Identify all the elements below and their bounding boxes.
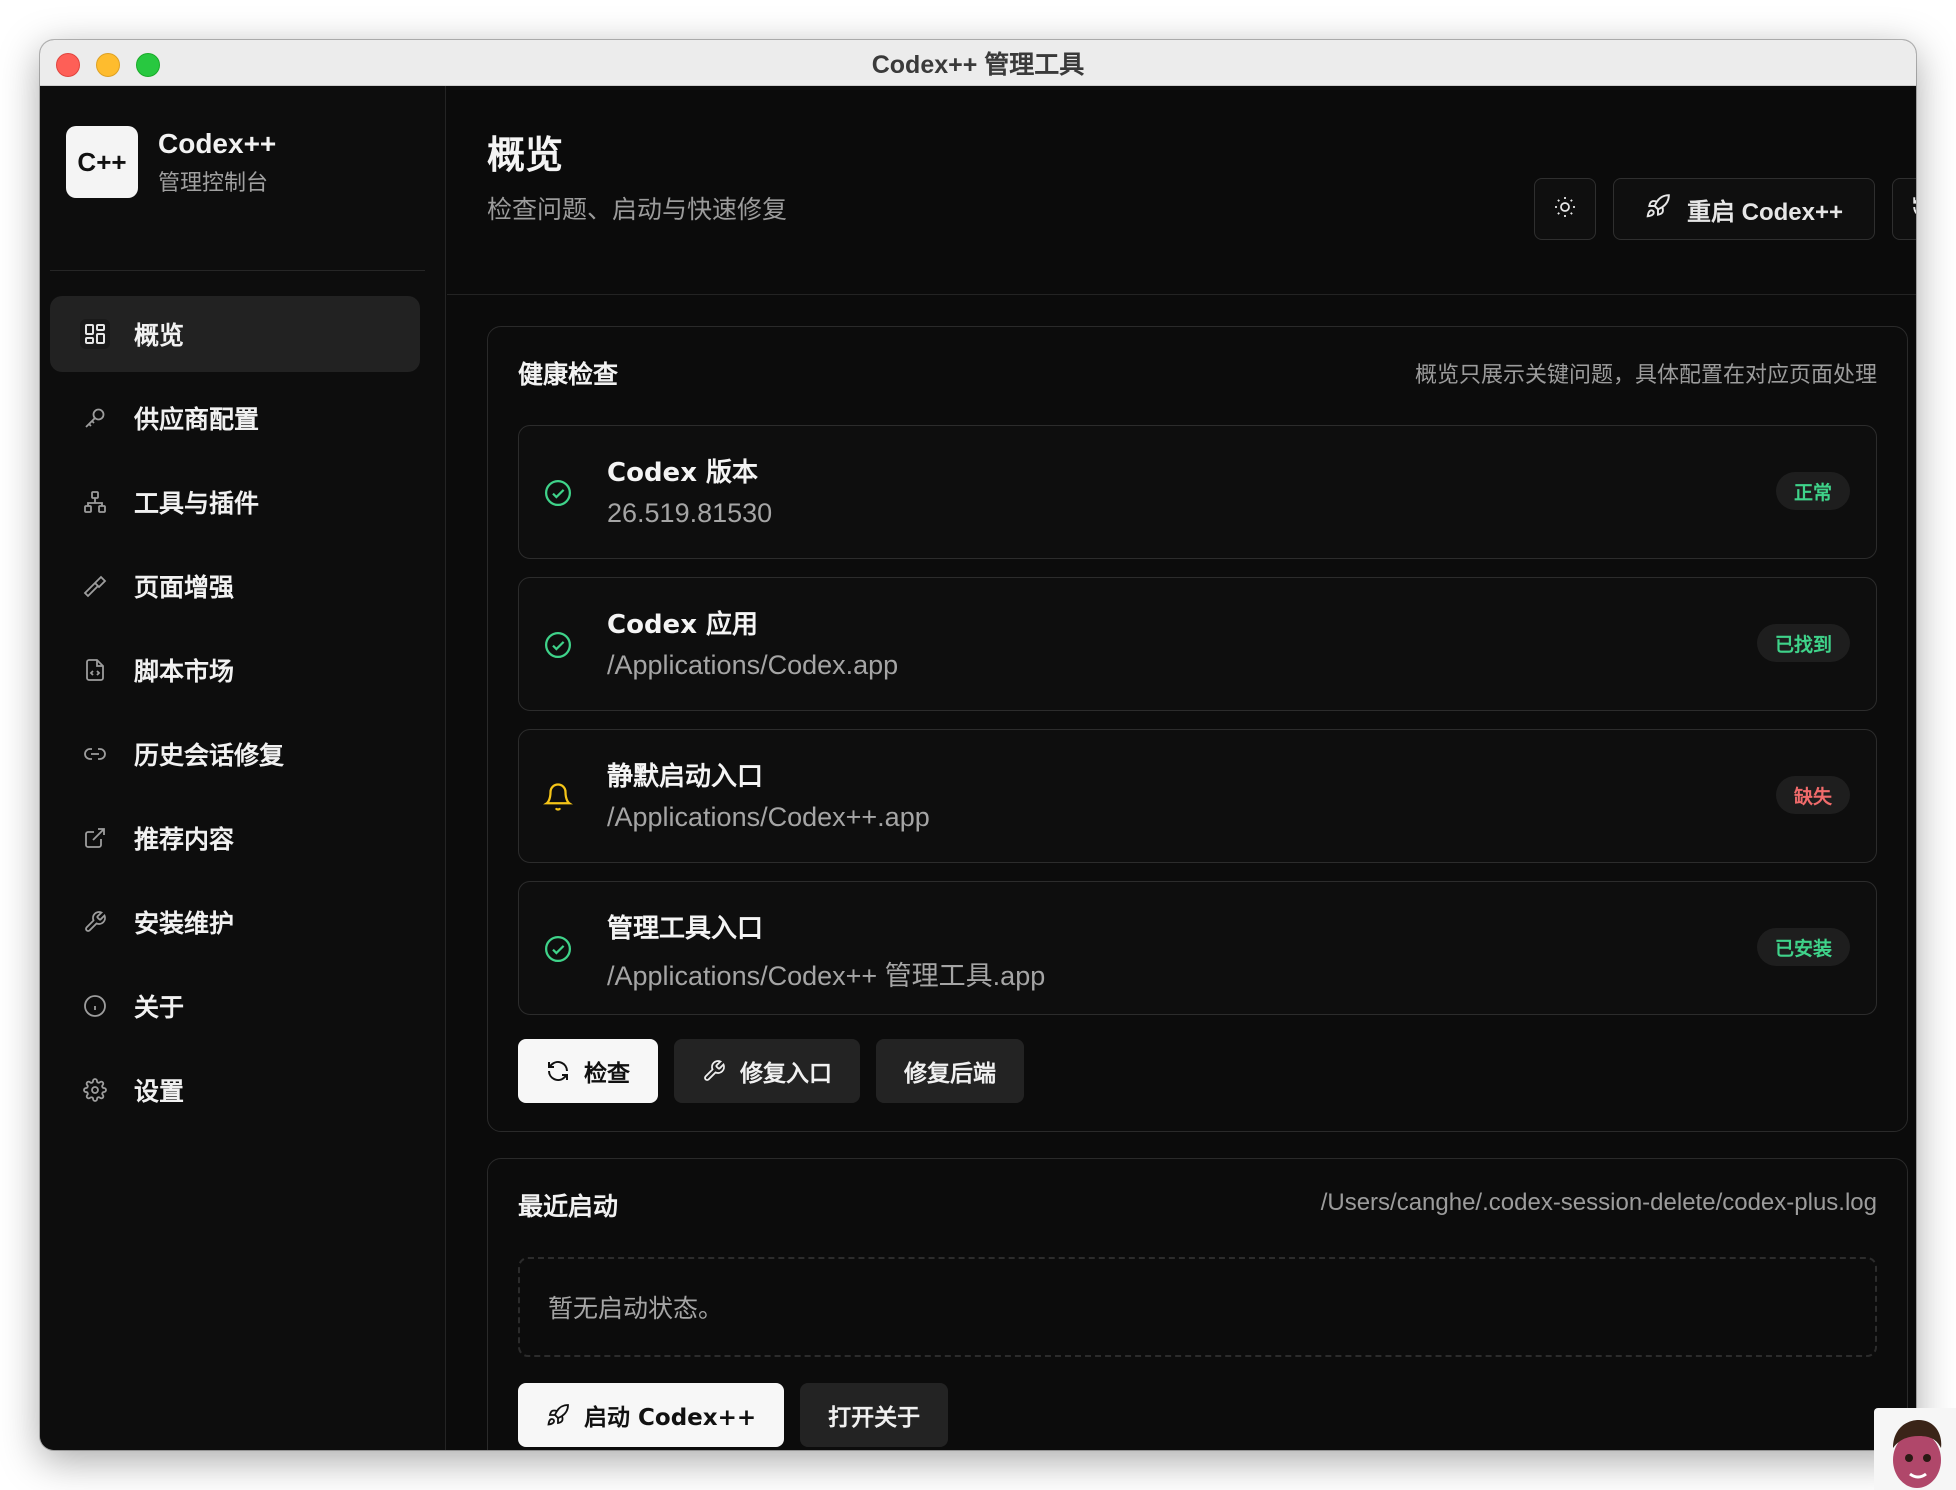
check-item-codex-version: Codex 版本 26.519.81530 正常 <box>518 425 1877 559</box>
status-badge: 缺失 <box>1775 776 1850 814</box>
grid-icon <box>80 319 110 349</box>
launch-codex-label: 启动 Codex++ <box>584 1405 757 1431</box>
check-item-manager-entry: 管理工具入口 /Applications/Codex++ 管理工具.app 已安… <box>518 881 1877 1015</box>
recent-launch-card: 最近启动 /Users/canghe/.codex-session-delete… <box>487 1158 1908 1450</box>
check-button-label: 检查 <box>584 1061 630 1087</box>
sidebar-item-session-repair[interactable]: 历史会话修复 <box>50 716 420 792</box>
user-avatar[interactable] <box>1874 1408 1956 1490</box>
sidebar-item-label: 概览 <box>134 321 185 350</box>
network-icon <box>80 487 110 517</box>
sidebar-item-label: 历史会话修复 <box>134 741 285 770</box>
repair-entry-label: 修复入口 <box>740 1061 832 1087</box>
traffic-lights <box>56 53 160 77</box>
sidebar-item-install[interactable]: 安装维护 <box>50 884 420 960</box>
app-window: Codex++ 管理工具 C++ Codex++ 管理控制台 概览 供应商配置 <box>40 40 1916 1450</box>
status-badge: 正常 <box>1775 472 1850 510</box>
check-item-value: /Applications/Codex.app <box>607 650 899 680</box>
memoji-avatar-icon <box>1893 1420 1942 1488</box>
refresh-button[interactable] <box>1892 178 1916 240</box>
sidebar: C++ Codex++ 管理控制台 概览 供应商配置 工具与插件 页面增强 脚本… <box>40 86 446 1450</box>
close-window-button[interactable] <box>56 53 80 77</box>
check-item-value: /Applications/Codex++.app <box>607 802 930 832</box>
health-actions: 检查 修复入口 修复后端 <box>518 1039 1024 1103</box>
recent-launch-title: 最近启动 <box>518 1192 619 1221</box>
check-item-name: 静默启动入口 <box>607 762 764 792</box>
sidebar-item-overview[interactable]: 概览 <box>50 296 420 372</box>
rocket-icon <box>1645 193 1671 226</box>
sidebar-item-settings[interactable]: 设置 <box>50 1052 420 1128</box>
title-bar: Codex++ 管理工具 <box>40 40 1916 86</box>
page-subtitle: 检查问题、启动与快速修复 <box>487 195 788 224</box>
sidebar-item-label: 供应商配置 <box>134 405 260 434</box>
page-title: 概览 <box>487 133 564 177</box>
sidebar-item-label: 安装维护 <box>134 909 235 938</box>
sidebar-item-label: 推荐内容 <box>134 825 235 854</box>
sidebar-item-label: 页面增强 <box>134 573 235 602</box>
check-item-codex-app: Codex 应用 /Applications/Codex.app 已找到 <box>518 577 1877 711</box>
minimize-window-button[interactable] <box>96 53 120 77</box>
link-icon <box>80 739 110 769</box>
sidebar-item-label: 脚本市场 <box>134 657 235 686</box>
check-item-value: 26.519.81530 <box>607 498 773 528</box>
sidebar-item-page-enhance[interactable]: 页面增强 <box>50 548 420 624</box>
check-circle-icon <box>543 478 573 508</box>
brand-name: Codex++ <box>158 128 277 159</box>
wrench-icon <box>702 1059 726 1083</box>
brand-subtitle: 管理控制台 <box>158 171 269 196</box>
check-item-name: Codex 应用 <box>607 610 759 640</box>
sidebar-item-tools[interactable]: 工具与插件 <box>50 464 420 540</box>
check-button[interactable]: 检查 <box>518 1039 658 1103</box>
key-icon <box>80 403 110 433</box>
check-item-name: Codex 版本 <box>607 458 759 488</box>
open-about-button[interactable]: 打开关于 <box>800 1383 949 1447</box>
check-item-value: /Applications/Codex++ 管理工具.app <box>607 961 1046 991</box>
sun-icon <box>1553 195 1577 223</box>
health-check-title: 健康检查 <box>518 360 619 389</box>
check-item-silent-launch: 静默启动入口 /Applications/Codex++.app 缺失 <box>518 729 1877 863</box>
sidebar-item-label: 关于 <box>134 993 185 1022</box>
sidebar-item-label: 设置 <box>134 1077 185 1106</box>
header-divider <box>447 294 1916 295</box>
repair-backend-button[interactable]: 修复后端 <box>876 1039 1024 1103</box>
sidebar-item-recommended[interactable]: 推荐内容 <box>50 800 420 876</box>
main-content: 概览 检查问题、启动与快速修复 重启 Codex++ 健康检查 概览只展示关键问… <box>447 86 1916 1450</box>
hammer-icon <box>80 571 110 601</box>
refresh-icon <box>546 1059 570 1083</box>
restart-codex-button[interactable]: 重启 Codex++ <box>1613 178 1875 240</box>
sidebar-divider <box>50 270 425 271</box>
open-about-label: 打开关于 <box>828 1405 921 1431</box>
check-circle-icon <box>543 934 573 964</box>
rocket-icon <box>546 1403 570 1427</box>
health-check-note: 概览只展示关键问题，具体配置在对应页面处理 <box>1414 363 1877 388</box>
repair-backend-label: 修复后端 <box>904 1061 996 1087</box>
app-logo: C++ <box>66 126 138 198</box>
log-path: /Users/canghe/.codex-session-delete/code… <box>1320 1189 1877 1216</box>
wrench-icon <box>80 907 110 937</box>
gear-icon <box>80 1075 110 1105</box>
restart-codex-label: 重启 Codex++ <box>1686 198 1844 226</box>
sidebar-item-providers[interactable]: 供应商配置 <box>50 380 420 456</box>
sidebar-nav: 概览 供应商配置 工具与插件 页面增强 脚本市场 历史会话修复 推荐内容 安装维… <box>50 296 420 1136</box>
sidebar-item-about[interactable]: 关于 <box>50 968 420 1044</box>
theme-toggle-button[interactable] <box>1534 178 1596 240</box>
status-badge: 已安装 <box>1756 928 1850 966</box>
recent-actions: 启动 Codex++ 打开关于 <box>518 1383 949 1447</box>
status-badge: 已找到 <box>1756 624 1850 662</box>
check-item-name: 管理工具入口 <box>607 914 764 944</box>
launch-codex-button[interactable]: 启动 Codex++ <box>518 1383 785 1447</box>
info-icon <box>80 991 110 1021</box>
check-circle-icon <box>543 630 573 660</box>
sidebar-item-label: 工具与插件 <box>134 489 260 518</box>
external-link-icon <box>80 823 110 853</box>
refresh-icon <box>1911 194 1916 224</box>
window-title: Codex++ 管理工具 <box>871 50 1085 79</box>
health-check-card: 健康检查 概览只展示关键问题，具体配置在对应页面处理 Codex 版本 26.5… <box>487 326 1908 1132</box>
bell-icon <box>543 782 573 812</box>
empty-state: 暂无启动状态。 <box>518 1257 1877 1357</box>
sidebar-item-script-market[interactable]: 脚本市场 <box>50 632 420 708</box>
repair-entry-button[interactable]: 修复入口 <box>674 1039 860 1103</box>
zoom-window-button[interactable] <box>136 53 160 77</box>
file-code-icon <box>80 655 110 685</box>
brand: C++ Codex++ 管理控制台 <box>66 126 276 198</box>
